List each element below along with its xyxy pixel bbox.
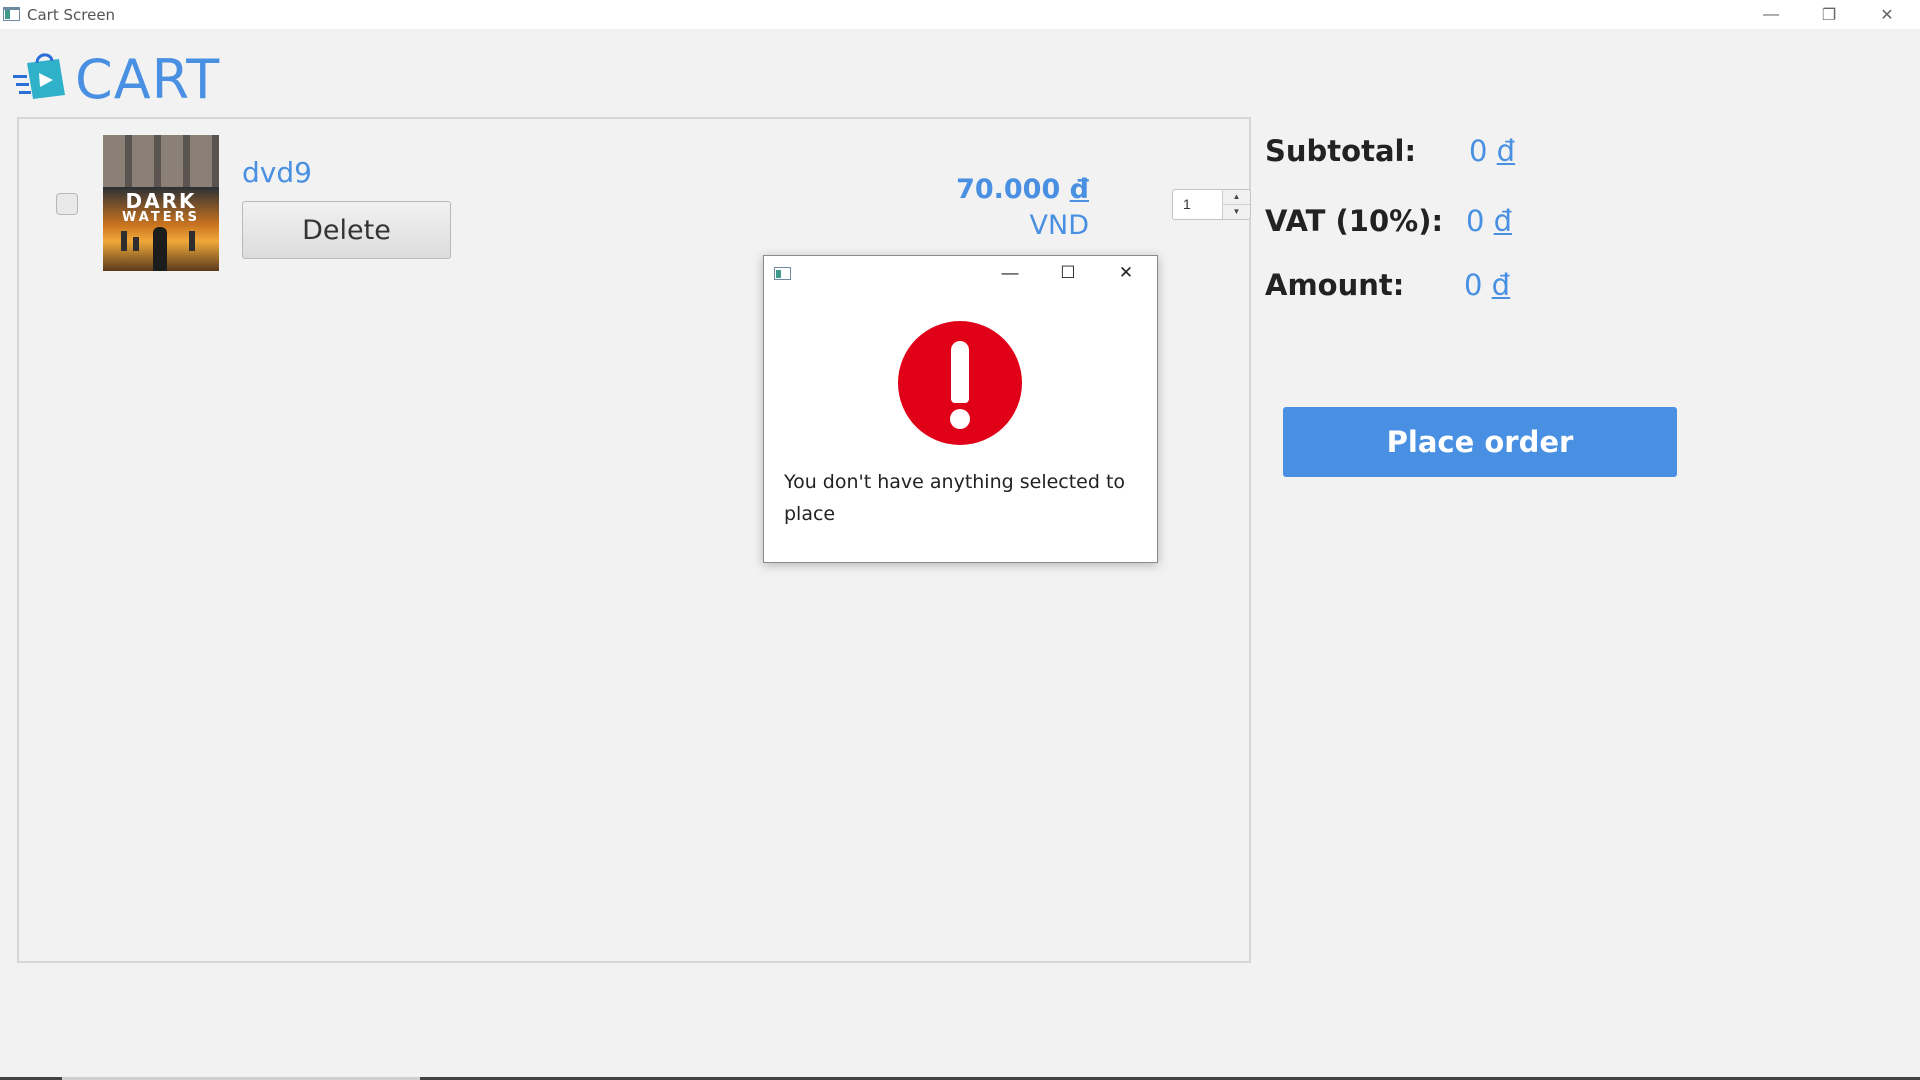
restore-button[interactable]: ❐ <box>1800 0 1858 29</box>
item-select-checkbox[interactable] <box>56 193 78 215</box>
quantity-arrows: ▲ ▼ <box>1222 190 1250 219</box>
minimize-button[interactable]: — <box>1742 0 1800 29</box>
place-order-button[interactable]: Place order <box>1283 407 1677 477</box>
amount-value: 0 đ <box>1464 268 1510 302</box>
quantity-stepper[interactable]: 1 ▲ ▼ <box>1172 189 1251 220</box>
dialog-message: You don't have anything selected to plac… <box>784 471 1126 525</box>
window-titlebar: Cart Screen — ❐ ✕ <box>0 0 1920 29</box>
error-icon <box>898 321 1022 445</box>
page-title: CART <box>75 48 221 111</box>
subtotal-amount: 0 <box>1469 134 1488 168</box>
amount-currency: đ <box>1491 268 1511 302</box>
item-price: 70.000 đ <box>919 174 1089 205</box>
close-button[interactable]: ✕ <box>1858 0 1916 29</box>
quantity-increment-icon[interactable]: ▲ <box>1223 190 1250 205</box>
dialog-app-icon <box>774 267 791 280</box>
vat-currency: đ <box>1493 204 1513 238</box>
amount-label: Amount: <box>1265 268 1405 302</box>
subtotal-label: Subtotal: <box>1265 134 1417 168</box>
subtotal-currency: đ <box>1496 134 1516 168</box>
alert-dialog: — ☐ ✕ You don't have anything selected t… <box>763 255 1158 563</box>
vat-label: VAT (10%): <box>1265 204 1444 238</box>
dialog-maximize-button[interactable]: ☐ <box>1048 258 1088 288</box>
window-title: Cart Screen <box>27 6 116 24</box>
delete-button[interactable]: Delete <box>242 201 451 259</box>
quantity-decrement-icon[interactable]: ▼ <box>1223 205 1250 220</box>
item-price-value: 70.000 <box>956 174 1061 205</box>
product-thumbnail: DARK WATERS <box>103 135 219 271</box>
app-icon <box>3 7 20 21</box>
thumbnail-title-line2: WATERS <box>122 210 200 225</box>
dialog-minimize-button[interactable]: — <box>990 258 1030 288</box>
item-price-symbol: đ <box>1069 174 1089 205</box>
vat-amount: 0 <box>1466 204 1485 238</box>
subtotal-value: 0 đ <box>1469 134 1515 168</box>
shopping-bag-icon <box>13 53 65 99</box>
item-currency: VND <box>1029 210 1089 241</box>
dialog-close-button[interactable]: ✕ <box>1106 258 1146 288</box>
item-name: dvd9 <box>242 156 312 189</box>
vat-value: 0 đ <box>1466 204 1512 238</box>
quantity-value[interactable]: 1 <box>1183 196 1191 212</box>
amount-amount: 0 <box>1464 268 1483 302</box>
